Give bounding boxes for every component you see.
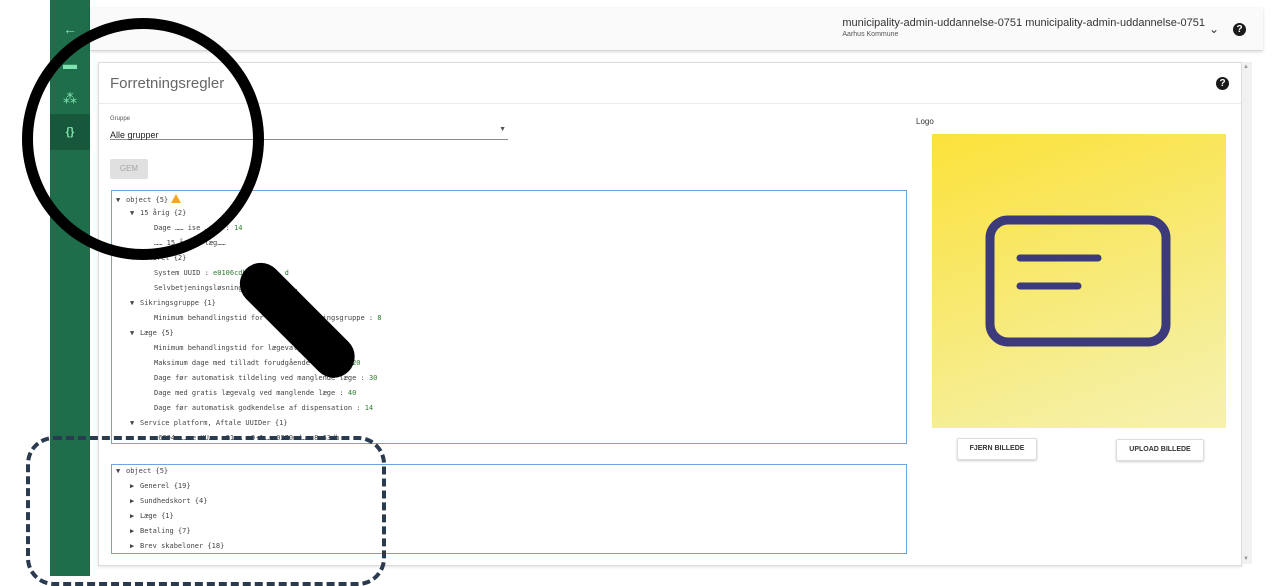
json-key: Service platform, Aftale UUIDer {1}: [140, 419, 288, 427]
json-tree-row: Dage med gratis lægevalg ved manglende l…: [144, 389, 356, 397]
json-value: 14: [364, 404, 374, 412]
magnifier-lens-icon: [22, 18, 264, 260]
user-menu[interactable]: municipality-admin-uddannelse-0751 munic…: [842, 17, 1205, 39]
top-bar: municipality-admin-uddannelse-0751 munic…: [90, 8, 1263, 51]
collapse-arrow-icon[interactable]: ▼: [130, 329, 140, 337]
scrollbar[interactable]: ▲ ▼: [1242, 62, 1252, 564]
upload-image-button[interactable]: UPLOAD BILLEDE: [1116, 439, 1204, 461]
title-divider: [99, 103, 1241, 104]
logo-label: Logo: [916, 117, 934, 126]
help-icon[interactable]: ?: [1216, 77, 1229, 90]
scroll-down-icon[interactable]: ▼: [1243, 556, 1249, 562]
collapse-arrow-icon[interactable]: ▼: [130, 299, 140, 307]
dashed-highlight-annotation: [26, 436, 386, 586]
json-key: Dage før automatisk godkendelse af dispe…: [154, 404, 365, 412]
remove-image-button[interactable]: FJERN BILLEDE: [957, 438, 1037, 460]
scroll-up-icon[interactable]: ▲: [1243, 64, 1249, 70]
json-value: 40: [347, 389, 357, 397]
json-key: Dage med gratis lægevalg ved manglende l…: [154, 389, 348, 397]
json-key: Læge {5}: [140, 329, 174, 337]
dropdown-arrow-icon: ▼: [499, 126, 506, 133]
json-key: System UUID :: [154, 269, 214, 277]
json-value: 30: [368, 374, 378, 382]
json-key: Sikringsgruppe {1}: [140, 299, 216, 307]
logo-image: [932, 134, 1226, 428]
json-tree-row[interactable]: ▼ Læge {5}: [130, 329, 174, 337]
json-tree-row: Dage før automatisk godkendelse af dispe…: [144, 404, 373, 412]
user-name: municipality-admin-uddannelse-0751 munic…: [842, 17, 1205, 29]
json-tree-row[interactable]: ▼ Service platform, Aftale UUIDer {1}: [130, 419, 288, 427]
user-organization: Aarhus Kommune: [842, 31, 899, 38]
json-value: 14: [234, 224, 243, 232]
json-tree-row[interactable]: ▼ Sikringsgruppe {1}: [130, 299, 216, 307]
id-card-icon: [985, 215, 1171, 347]
json-key: Minimum behandlingstid for lægevalg :: [154, 344, 315, 352]
chevron-down-icon[interactable]: ⌄: [1209, 22, 1219, 36]
json-editor-rules[interactable]: ▼ object {5} ▼ 15 årig {2} Dage …… ise …… g …: [111, 190, 907, 444]
help-icon[interactable]: ?: [1233, 23, 1246, 36]
collapse-arrow-icon[interactable]: ▼: [130, 419, 140, 427]
json-value: 8: [377, 314, 382, 322]
